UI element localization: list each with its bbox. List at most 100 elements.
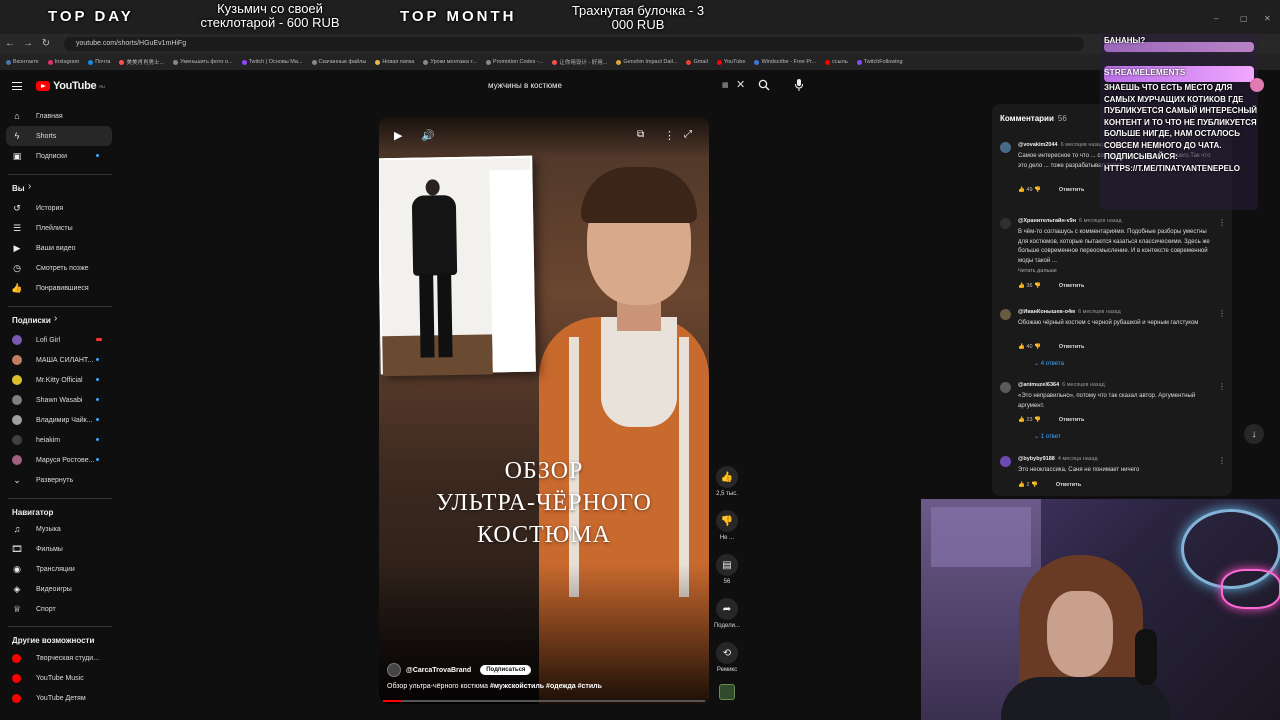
channel-avatar[interactable] <box>387 663 401 677</box>
comment-dislike-icon[interactable]: 👎 <box>1033 344 1041 350</box>
bookmark-item[interactable]: Почта <box>88 59 110 65</box>
bookmark-item[interactable]: 让你用设计 - 好用... <box>552 58 607 66</box>
sidebar-item[interactable]: 🎞 Фильмы <box>0 539 112 559</box>
comment-menu-icon[interactable]: ⋮ <box>1218 218 1226 227</box>
comment-avatar[interactable] <box>1000 456 1011 467</box>
sidebar-item[interactable]: ⌄ Развернуть <box>0 470 112 490</box>
comment-author[interactable]: @Хранительтайн-v9н 6 месяцев назад <box>1018 218 1122 224</box>
bookmark-item[interactable]: Скачанные файлы <box>311 59 366 65</box>
mic-icon[interactable] <box>794 78 804 92</box>
comment-avatar[interactable] <box>1000 142 1011 153</box>
sidebar-item[interactable]: ☰ Плейлисты <box>0 218 112 238</box>
clear-search-icon[interactable]: ✕ <box>736 78 745 91</box>
bookmark-item[interactable]: Уменьшить фото о... <box>173 59 233 65</box>
sidebar-item[interactable]: ♫ Музыка <box>0 519 112 539</box>
sidebar-item[interactable]: Mr.Kitty Official <box>0 370 112 390</box>
bookmark-item[interactable]: Windscribe - Free Pr... <box>754 59 816 65</box>
sidebar-item[interactable]: ⌂ Главная <box>0 106 112 126</box>
comment-author[interactable]: @animuzel6364 6 месяцев назад <box>1018 382 1105 388</box>
volume-icon[interactable]: 🔊 <box>421 129 435 142</box>
remix-button[interactable]: ⟲ Ремикс <box>708 642 746 673</box>
bookmark-item[interactable]: Genshin Impact Dail... <box>616 59 677 65</box>
bookmark-item[interactable]: YouTube <box>716 59 745 65</box>
hashtag-link[interactable]: #стиль <box>576 683 602 690</box>
search-input[interactable]: мужчины в костюме <box>482 76 750 96</box>
reply-button[interactable]: Ответить <box>1056 482 1081 488</box>
progress-bar[interactable] <box>383 700 705 702</box>
maximize-icon[interactable]: ▢ <box>1240 14 1248 23</box>
reply-button[interactable]: Ответить <box>1059 283 1084 289</box>
comment-menu-icon[interactable]: ⋮ <box>1218 456 1226 465</box>
you-heading[interactable]: Вы <box>12 184 25 193</box>
comment-menu-icon[interactable]: ⋮ <box>1218 309 1226 318</box>
comment-avatar[interactable] <box>1000 218 1011 229</box>
show-replies-button[interactable]: ⌄ 4 ответа <box>1034 360 1064 367</box>
sidebar-item[interactable]: Маруся Ростове... <box>0 450 112 470</box>
reply-button[interactable]: Ответить <box>1059 187 1084 193</box>
sidebar-item[interactable]: Shawn Wasabi <box>0 390 112 410</box>
bookmark-item[interactable]: Уроки монтажа т... <box>423 59 477 65</box>
comment-dislike-icon[interactable]: 👎 <box>1029 482 1038 488</box>
fullscreen-icon[interactable]: ⤢ <box>684 129 692 140</box>
reply-button[interactable]: Ответить <box>1059 344 1084 350</box>
sidebar-item[interactable]: 👍 Понравившиеся <box>0 278 112 298</box>
bookmark-item[interactable]: Новая папка <box>375 59 414 65</box>
comments-button[interactable]: ▤ 56 <box>708 554 746 585</box>
bookmark-item[interactable]: Вконтакте <box>6 59 39 65</box>
share-button[interactable]: ➦ Подели... <box>708 598 746 629</box>
search-icon[interactable] <box>758 79 770 91</box>
bookmark-item[interactable]: ссыль <box>825 59 848 65</box>
forward-icon[interactable]: → <box>22 38 34 49</box>
sidebar-item[interactable]: Творческая студи... <box>0 648 112 668</box>
bookmark-item[interactable]: TwitchFollowing <box>856 59 903 65</box>
dislike-button[interactable]: 👎 Не ... <box>708 510 746 541</box>
comment-dislike-icon[interactable]: 👎 <box>1033 283 1041 289</box>
sidebar-item[interactable]: МАША СИЛАНТ... <box>0 350 112 370</box>
bookmark-item[interactable]: Promotion Codes -... <box>485 59 543 65</box>
menu-icon[interactable] <box>12 82 22 90</box>
sidebar-item[interactable]: YouTube Music <box>0 668 112 688</box>
reply-button[interactable]: Ответить <box>1059 417 1084 423</box>
comment-menu-icon[interactable]: ⋮ <box>1218 382 1226 391</box>
channel-name[interactable]: @CarcaTrovaBrand <box>406 667 471 674</box>
bookmark-item[interactable]: Instagram <box>47 59 79 65</box>
sidebar-item[interactable]: ϟ Shorts <box>6 126 112 146</box>
more-options-icon[interactable]: ⋮ <box>664 129 675 142</box>
keyboard-icon[interactable]: ▦ <box>722 81 729 89</box>
reload-icon[interactable]: ↻ <box>40 38 52 49</box>
shorts-player[interactable]: ▶ 🔊 ⧉ ⋮ ⤢ ОБЗОР УЛЬТРА-ЧЁРНОГО КОСТЮМА @Ca… <box>379 117 709 704</box>
comment-avatar[interactable] <box>1000 309 1011 320</box>
comment-author[interactable]: @bybyby9188 4 месяца назад <box>1018 456 1098 462</box>
bookmark-item[interactable]: 美美肖肖男士... <box>119 58 164 66</box>
sidebar-item[interactable]: ♕ Спорт <box>0 599 112 619</box>
read-more-link[interactable]: Читать дальше <box>1018 268 1057 274</box>
comment-dislike-icon[interactable]: 👎 <box>1033 187 1041 193</box>
comment-author[interactable]: @vovakim2044 6 месяцев назад <box>1018 142 1103 148</box>
sidebar-item[interactable]: ◷ Смотреть позже <box>0 258 112 278</box>
url-field[interactable]: youtube.com/shorts/HGuEv1mHiFg <box>64 37 1084 51</box>
sidebar-item[interactable]: Владимир Чайк... <box>0 410 112 430</box>
comment-avatar[interactable] <box>1000 382 1011 393</box>
hashtag-link[interactable]: #одежда <box>544 683 576 690</box>
subscriptions-heading[interactable]: Подписки <box>12 316 51 325</box>
minimize-icon[interactable]: – <box>1214 14 1218 23</box>
captions-icon[interactable]: ⧉ <box>637 129 644 140</box>
sidebar-item[interactable]: ◉ Трансляции <box>0 559 112 579</box>
sidebar-item[interactable]: Lofi Girl <box>0 330 112 350</box>
sidebar-item[interactable]: YouTube Детям <box>0 688 112 708</box>
hashtag-link[interactable]: #мужскойстиль <box>488 683 544 690</box>
back-icon[interactable]: ← <box>4 38 16 49</box>
youtube-logo[interactable]: YouTube RU <box>36 80 105 92</box>
bookmark-item[interactable]: Twitch | Основы Ма... <box>241 59 303 65</box>
scroll-down-icon[interactable]: ↓ <box>1244 424 1264 444</box>
comment-dislike-icon[interactable]: 👎 <box>1033 417 1041 423</box>
sound-thumbnail[interactable] <box>708 684 746 700</box>
sidebar-item[interactable]: ◈ Видеоигры <box>0 579 112 599</box>
close-window-icon[interactable]: ✕ <box>1264 14 1271 23</box>
sidebar-item[interactable]: ▣ Подписки <box>0 146 112 166</box>
sidebar-item[interactable]: heiakim <box>0 430 112 450</box>
subscribe-button[interactable]: Подписаться <box>480 665 532 675</box>
bookmark-item[interactable]: Gmail <box>686 59 708 65</box>
comment-author[interactable]: @ИванКонышев-о4м 6 месяцев назад <box>1018 309 1121 315</box>
sidebar-item[interactable]: ↺ История <box>0 198 112 218</box>
